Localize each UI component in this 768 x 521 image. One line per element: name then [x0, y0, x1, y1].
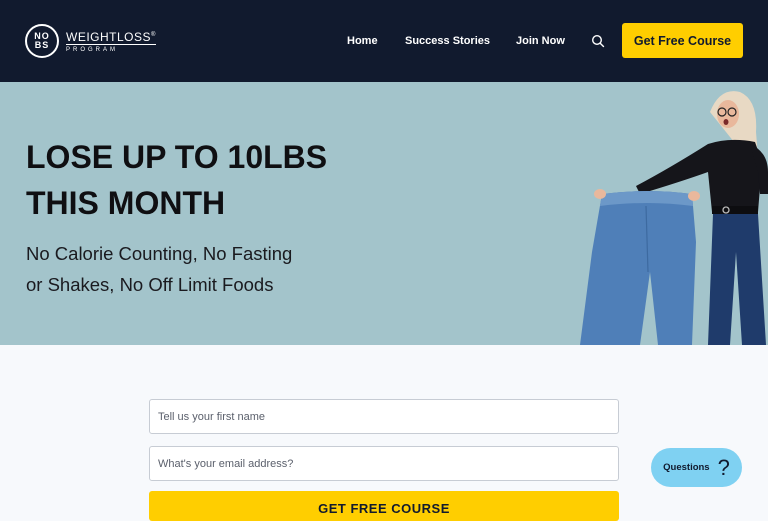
hero-subheadline-line-2: or Shakes, No Off Limit Foods	[26, 274, 274, 295]
nav-home[interactable]: Home	[347, 35, 378, 47]
hero-subheadline: No Calorie Counting, No Fasting or Shake…	[26, 238, 356, 300]
hero-banner: LOSE UP TO 10LBS THIS MONTH No Calorie C…	[0, 82, 768, 345]
logo-subtitle: PROGRAM	[66, 44, 156, 54]
hero-headline-line-2: THIS MONTH	[26, 185, 226, 221]
search-icon[interactable]	[591, 34, 605, 48]
logo-title: WEIGHTLOSS	[66, 30, 152, 44]
submit-get-free-course-button[interactable]: GET FREE COURSE	[149, 491, 619, 521]
hero-subheadline-line-1: No Calorie Counting, No Fasting	[26, 243, 293, 264]
hero-woman-with-jeans-image	[580, 91, 768, 345]
nav-join-now[interactable]: Join Now	[516, 35, 565, 47]
site-header: NO BS WEIGHTLOSS® PROGRAM Home Success S…	[0, 0, 768, 82]
get-free-course-button[interactable]: Get Free Course	[622, 23, 743, 58]
question-mark-icon: ?	[717, 454, 730, 480]
logo-badge: NO BS	[25, 24, 59, 58]
site-logo[interactable]: NO BS WEIGHTLOSS® PROGRAM	[25, 23, 156, 59]
logo-registered: ®	[151, 32, 156, 38]
hero-headline-line-1: LOSE UP TO 10LBS	[26, 139, 328, 175]
nav-success-stories[interactable]: Success Stories	[405, 35, 490, 47]
first-name-field[interactable]	[149, 399, 619, 434]
email-field[interactable]	[149, 446, 619, 481]
questions-chat-button[interactable]: Questions ?	[651, 448, 742, 487]
logo-wordmark: WEIGHTLOSS® PROGRAM	[66, 28, 156, 54]
hero-headline: LOSE UP TO 10LBS THIS MONTH	[26, 134, 386, 226]
logo-badge-bottom: BS	[34, 40, 50, 50]
questions-label: Questions	[663, 462, 710, 473]
